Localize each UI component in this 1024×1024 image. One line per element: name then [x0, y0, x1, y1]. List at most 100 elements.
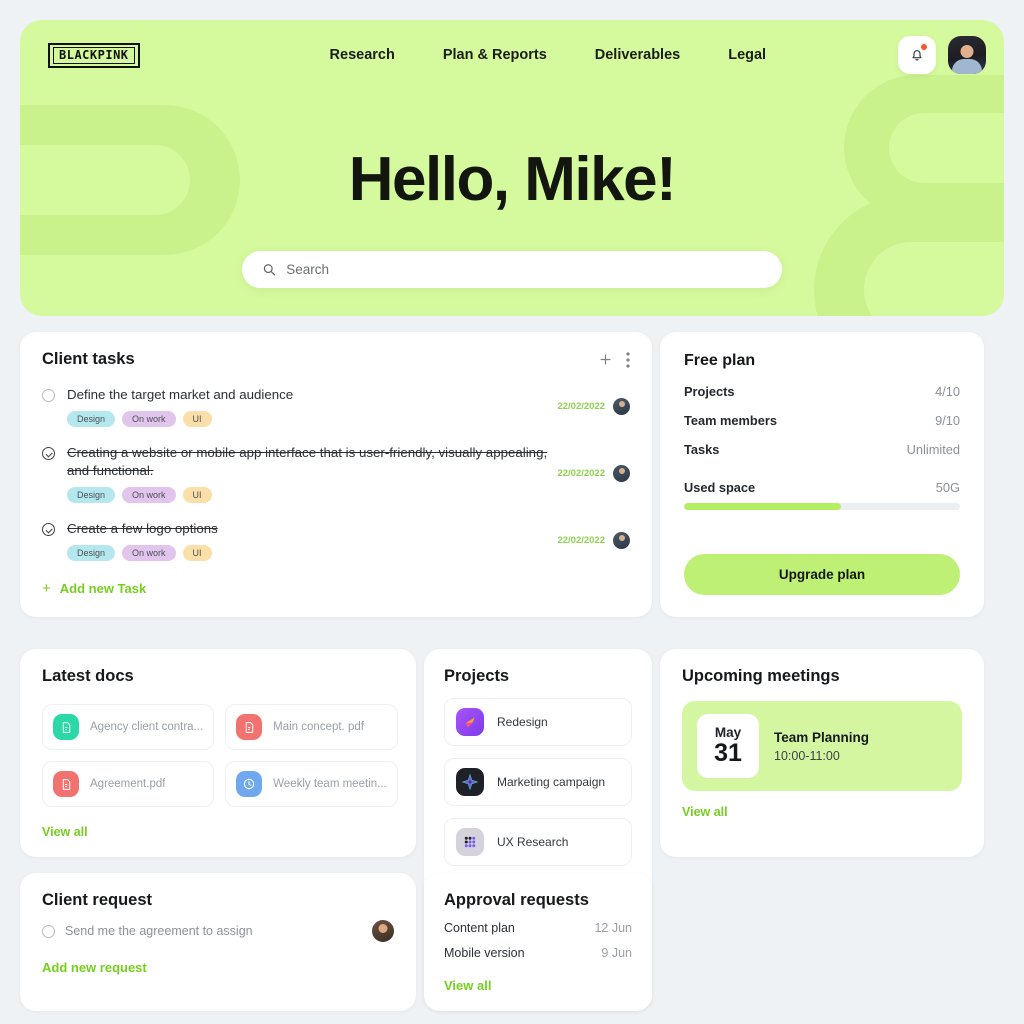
used-space-progress-bar	[684, 503, 960, 510]
client-tasks-title: Client tasks	[42, 350, 135, 368]
client-tasks-card: Client tasks Define the target market an…	[20, 332, 652, 617]
list-item[interactable]: Main concept. pdf	[225, 704, 398, 750]
request-checkbox[interactable]	[42, 924, 55, 938]
task-text: Define the target market and audience	[67, 387, 294, 402]
user-avatar[interactable]	[948, 36, 986, 74]
latest-docs-list: Agency client contra... Main concept. pd…	[42, 704, 398, 807]
list-item[interactable]: Weekly team meetin...	[225, 761, 398, 807]
notifications-button[interactable]	[898, 36, 936, 74]
tasks-more-menu-button[interactable]	[626, 351, 630, 368]
add-new-task-row[interactable]: + Add new Task	[42, 581, 630, 596]
table-row[interactable]: Create a few logo options Design On work…	[42, 520, 630, 561]
task-assignee-avatar[interactable]	[613, 532, 630, 549]
list-item[interactable]: Marketing campaign	[444, 758, 632, 806]
projects-title: Projects	[444, 667, 510, 685]
upcoming-meetings-card: Upcoming meetings May 31 Team Planning 1…	[660, 649, 984, 857]
document-name: Main concept. pdf	[273, 721, 364, 733]
plan-value: 4/10	[935, 384, 960, 399]
approval-requests-title: Approval requests	[444, 891, 589, 909]
plan-value: 9/10	[935, 413, 960, 428]
nav-item-plan-reports[interactable]: Plan & Reports	[443, 47, 547, 63]
redesign-icon	[456, 708, 484, 736]
notification-badge-dot	[921, 44, 927, 50]
used-space-value: 50G	[935, 480, 960, 495]
list-item[interactable]: Agency client contra...	[42, 704, 215, 750]
main-nav: Research Plan & Reports Deliverables Leg…	[330, 47, 767, 63]
document-name: Agency client contra...	[90, 721, 204, 733]
client-request-title: Client request	[42, 891, 153, 909]
document-icon	[53, 771, 79, 797]
document-icon	[236, 771, 263, 797]
task-text: Creating a website or mobile app interfa…	[67, 445, 548, 478]
tag-design: Design	[67, 487, 116, 503]
upcoming-meetings-title: Upcoming meetings	[682, 667, 840, 685]
task-meta: 22/02/2022	[557, 465, 630, 482]
task-checkbox[interactable]	[42, 447, 55, 460]
search-bar[interactable]	[242, 251, 782, 288]
project-name: UX Research	[497, 835, 569, 849]
add-task-icon-button[interactable]	[598, 352, 613, 367]
task-text: Create a few logo options	[67, 521, 218, 536]
task-meta: 22/02/2022	[557, 532, 630, 549]
client-request-item[interactable]: Send me the agreement to assign	[42, 920, 394, 942]
client-request-avatar[interactable]	[372, 920, 394, 942]
document-name: Weekly team meetin...	[273, 778, 387, 790]
meeting-date-badge: May 31	[697, 714, 759, 778]
used-space-progress-fill	[684, 503, 842, 510]
table-row[interactable]: Define the target market and audience De…	[42, 386, 630, 427]
approval-date: 12 Jun	[594, 921, 632, 935]
task-date: 22/02/2022	[557, 468, 605, 479]
list-item[interactable]: Redesign	[444, 698, 632, 746]
tag-on-work: On work	[122, 411, 176, 427]
list-item[interactable]: Agreement.pdf	[42, 761, 215, 807]
approval-name: Content plan	[444, 921, 515, 935]
latest-docs-view-all-link[interactable]: View all	[42, 825, 88, 839]
list-item[interactable]: UX Research	[444, 818, 632, 866]
nav-item-deliverables[interactable]: Deliverables	[595, 47, 680, 63]
meeting-day: 31	[714, 739, 742, 767]
search-icon	[263, 264, 276, 276]
file-glyph-icon	[62, 778, 70, 790]
task-meta: 22/02/2022	[557, 398, 630, 415]
add-new-request-link[interactable]: Add new request	[42, 960, 147, 975]
plan-row-projects: Projects 4/10	[684, 384, 960, 399]
approval-date: 9 Jun	[601, 946, 632, 960]
task-date: 22/02/2022	[557, 401, 605, 412]
add-new-task-link[interactable]: Add new Task	[60, 581, 146, 596]
task-tags: Design On work UI	[67, 545, 547, 561]
list-item[interactable]: Content plan 12 Jun	[444, 921, 632, 935]
nav-item-research[interactable]: Research	[330, 47, 395, 63]
meeting-month: May	[714, 725, 742, 740]
plan-row-tasks: Tasks Unlimited	[684, 442, 960, 457]
task-checkbox[interactable]	[42, 389, 55, 402]
project-name: Redesign	[497, 715, 548, 729]
approval-name: Mobile version	[444, 946, 525, 960]
brand-logo-text: BLACKPINK	[53, 46, 135, 64]
document-icon	[53, 714, 79, 740]
dashboard-grid: Client tasks Define the target market an…	[20, 332, 1004, 1011]
decorative-arc-right-bottom-inner	[864, 242, 1004, 316]
plus-icon	[600, 354, 611, 365]
tag-on-work: On work	[122, 487, 176, 503]
client-request-text: Send me the agreement to assign	[65, 924, 253, 938]
file-glyph-icon	[62, 721, 70, 733]
task-date: 22/02/2022	[557, 535, 605, 546]
file-glyph-icon	[245, 721, 253, 733]
table-row[interactable]: Creating a website or mobile app interfa…	[42, 444, 630, 503]
search-input[interactable]	[286, 262, 762, 277]
meetings-view-all-link[interactable]: View all	[682, 805, 728, 819]
task-assignee-avatar[interactable]	[613, 398, 630, 415]
used-space-section: Used space 50G	[684, 480, 960, 510]
task-tags: Design On work UI	[67, 411, 547, 427]
task-checkbox[interactable]	[42, 523, 55, 536]
upgrade-plan-button[interactable]: Upgrade plan	[684, 554, 960, 595]
free-plan-title: Free plan	[684, 352, 756, 369]
list-item[interactable]: Mobile version 9 Jun	[444, 946, 632, 960]
hero-banner: BLACKPINK Research Plan & Reports Delive…	[20, 20, 1004, 316]
approvals-view-all-link[interactable]: View all	[444, 978, 491, 993]
meeting-item[interactable]: May 31 Team Planning 10:00-11:00	[682, 701, 962, 791]
task-assignee-avatar[interactable]	[613, 465, 630, 482]
nav-item-legal[interactable]: Legal	[728, 47, 766, 63]
redesign-glyph-icon	[465, 717, 475, 728]
brand-logo[interactable]: BLACKPINK	[48, 42, 140, 68]
